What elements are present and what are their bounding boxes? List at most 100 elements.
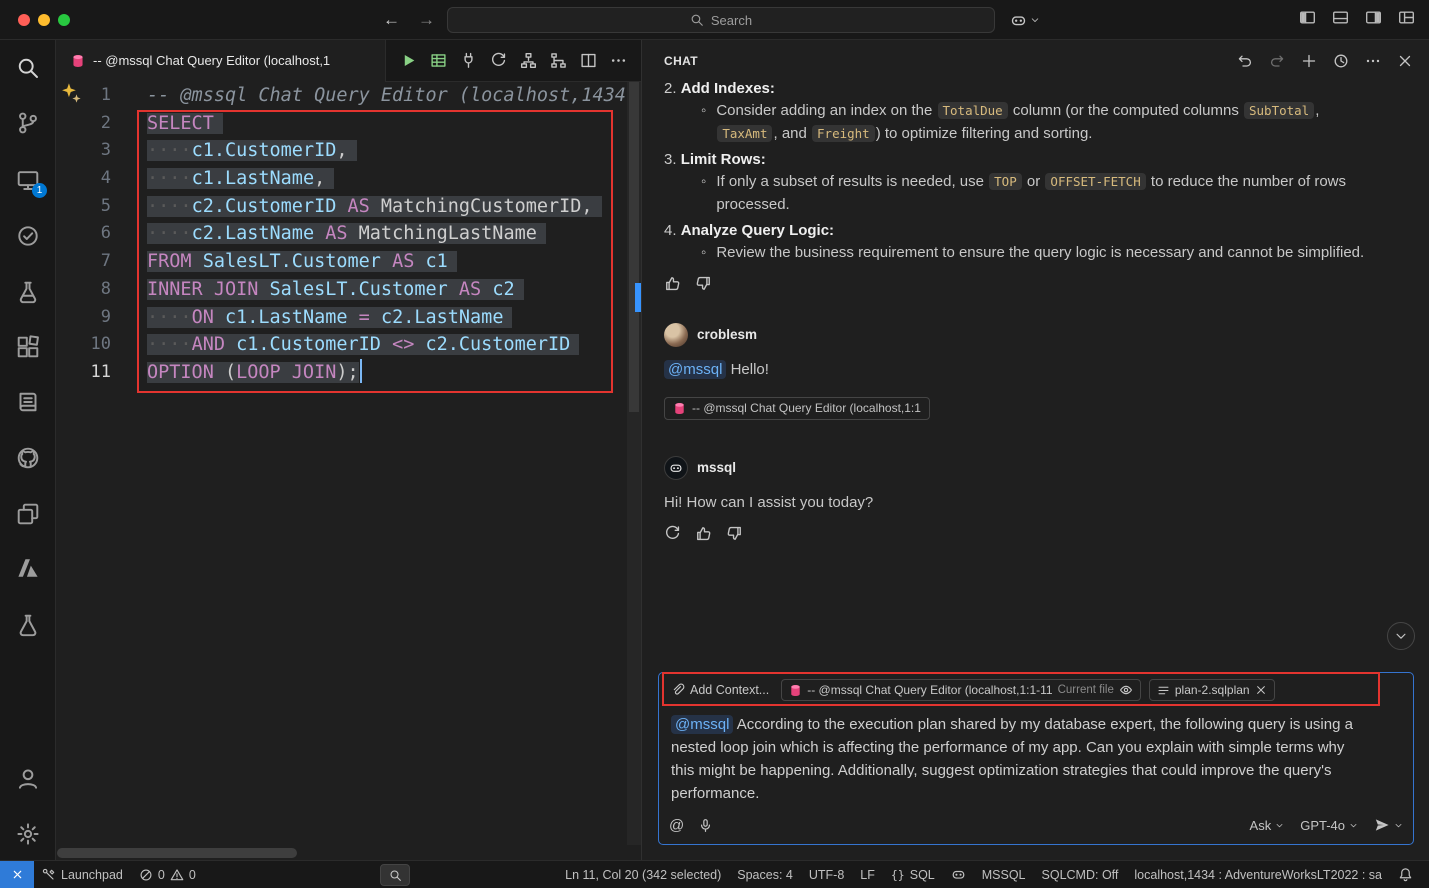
list-lines-icon — [1157, 684, 1170, 697]
assistant-author-name: mssql — [697, 457, 736, 480]
mssql-agent-avatar — [664, 456, 688, 480]
remove-chip-icon[interactable] — [1255, 684, 1267, 696]
connection-label: localhost,1434 : AdventureWorksLT2022 : … — [1134, 868, 1382, 882]
notifications-bell[interactable] — [1390, 861, 1421, 888]
navigate-back-icon[interactable]: ← — [383, 10, 400, 30]
indentation-label: Spaces: 4 — [737, 868, 793, 882]
zoom-window-button[interactable] — [58, 14, 70, 26]
remote-explorer-icon[interactable]: 1 — [0, 160, 55, 200]
send-button[interactable] — [1374, 817, 1403, 833]
cursor-position[interactable]: Ln 11, Col 20 (342 selected) — [557, 861, 729, 888]
editor-tabs-bar: -- @mssql Chat Query Editor (localhost,1 — [57, 40, 641, 82]
scroll-to-bottom-button[interactable] — [1387, 622, 1415, 650]
mention-picker-button[interactable]: @ — [669, 817, 684, 834]
settings-gear-icon[interactable] — [0, 814, 55, 854]
eol-label: LF — [860, 868, 875, 882]
run-query-button[interactable] — [400, 52, 417, 69]
context-chip-label: -- @mssql Chat Query Editor (localhost,1… — [807, 683, 1052, 697]
context-chip-label: plan-2.sqlplan — [1175, 683, 1250, 697]
zoom-button[interactable] — [380, 864, 410, 886]
navigate-forward-icon[interactable]: → — [418, 10, 435, 30]
github-icon[interactable] — [0, 438, 55, 478]
source-control-icon[interactable] — [0, 103, 55, 143]
mssql-icon[interactable] — [0, 605, 55, 645]
problems-indicator[interactable]: 0 0 — [131, 861, 204, 888]
chat-input-text[interactable]: @mssql According to the execution plan s… — [659, 707, 1413, 811]
mssql-file-icon — [71, 54, 85, 68]
eye-icon[interactable] — [1119, 683, 1133, 697]
language-mode-indicator[interactable]: {} SQL — [883, 861, 943, 888]
customize-layout-button[interactable] — [1398, 9, 1415, 31]
undo-icon[interactable] — [1237, 53, 1253, 69]
chat-input-container: Add Context... -- @mssql Chat Query Edit… — [658, 672, 1414, 845]
paperclip-icon — [671, 683, 685, 697]
results-grid-button[interactable] — [430, 52, 447, 69]
more-actions-button[interactable] — [610, 52, 627, 69]
test-beaker-icon[interactable] — [0, 272, 55, 312]
launchpad-button[interactable]: Launchpad — [34, 861, 131, 888]
add-context-button[interactable]: Add Context... — [667, 681, 773, 699]
extensions-icon[interactable] — [0, 327, 55, 367]
toggle-primary-sidebar-button[interactable] — [1299, 9, 1316, 31]
eol-indicator[interactable]: LF — [852, 861, 883, 888]
accounts-icon[interactable] — [0, 759, 55, 799]
send-icon — [1374, 817, 1390, 833]
chat-panel: CHAT 2. Add Indexes:◦Consider adding an … — [641, 40, 1429, 860]
close-window-button[interactable] — [18, 14, 30, 26]
thumbs-down-icon[interactable] — [726, 525, 743, 550]
encoding-indicator[interactable]: UTF-8 — [801, 861, 852, 888]
toggle-panel-button[interactable] — [1332, 9, 1349, 31]
minimize-window-button[interactable] — [38, 14, 50, 26]
close-icon[interactable] — [1397, 53, 1413, 69]
mode-picker-button[interactable]: Ask — [1250, 818, 1285, 833]
assistant-actions-row — [664, 525, 1407, 550]
change-connection-button[interactable] — [490, 52, 507, 69]
tab-title: -- @mssql Chat Query Editor (localhost,1 — [93, 53, 330, 68]
multi-window-icon[interactable] — [0, 494, 55, 534]
language-label: SQL — [910, 868, 935, 882]
estimated-plan-button[interactable] — [520, 52, 537, 69]
more-actions-icon[interactable] — [1365, 53, 1381, 69]
context-chip-editor[interactable]: -- @mssql Chat Query Editor (localhost,1… — [781, 679, 1141, 701]
copilot-sparkle-icon[interactable] — [60, 82, 82, 109]
scrollbar-thumb[interactable] — [629, 82, 639, 412]
split-editor-button[interactable] — [580, 52, 597, 69]
new-chat-icon[interactable] — [1301, 53, 1317, 69]
magnifier-icon — [389, 869, 402, 882]
command-center-search[interactable]: Search — [447, 7, 995, 33]
thumbs-up-icon[interactable] — [664, 275, 681, 300]
launchpad-label: Launchpad — [61, 868, 123, 882]
horizontal-scrollbar[interactable] — [57, 848, 297, 858]
toggle-secondary-sidebar-button[interactable] — [1365, 9, 1382, 31]
thumbs-up-icon[interactable] — [695, 525, 712, 550]
editor-tab[interactable]: -- @mssql Chat Query Editor (localhost,1 — [57, 40, 386, 82]
sqlcmd-status[interactable]: SQLCMD: Off — [1034, 861, 1127, 888]
model-picker-button[interactable]: GPT-4o — [1300, 818, 1358, 833]
copilot-status[interactable] — [943, 861, 974, 888]
context-chip-sqlplan[interactable]: plan-2.sqlplan — [1149, 679, 1275, 701]
remote-indicator[interactable] — [0, 861, 34, 888]
circle-check-icon[interactable] — [0, 216, 55, 256]
code-editor[interactable]: 1234567891011 -- @mssql Chat Query Edito… — [57, 82, 641, 845]
mssql-status[interactable]: MSSQL — [974, 861, 1034, 888]
redo-icon[interactable] — [1269, 53, 1285, 69]
sqlcmd-label: SQLCMD: Off — [1042, 868, 1119, 882]
vertical-scrollbar[interactable] — [627, 82, 641, 845]
retry-icon[interactable] — [664, 525, 681, 550]
indentation-indicator[interactable]: Spaces: 4 — [729, 861, 801, 888]
azure-icon[interactable] — [0, 548, 55, 588]
user-author-name: croblesm — [697, 324, 757, 347]
connection-status[interactable]: localhost,1434 : AdventureWorksLT2022 : … — [1126, 861, 1390, 888]
disconnect-button[interactable] — [460, 52, 477, 69]
context-chip-suffix: Current file — [1058, 684, 1114, 696]
actual-plan-button[interactable] — [550, 52, 567, 69]
microphone-icon[interactable] — [698, 818, 713, 833]
message-attachment-pill[interactable]: -- @mssql Chat Query Editor (localhost,1… — [664, 397, 930, 420]
copilot-menu-button[interactable] — [1010, 8, 1040, 32]
tools-icon — [42, 868, 56, 882]
search-view-icon[interactable] — [0, 48, 55, 88]
notebook-icon[interactable] — [0, 382, 55, 422]
thumbs-down-icon[interactable] — [695, 275, 712, 300]
history-icon[interactable] — [1333, 53, 1349, 69]
search-icon — [690, 13, 704, 27]
